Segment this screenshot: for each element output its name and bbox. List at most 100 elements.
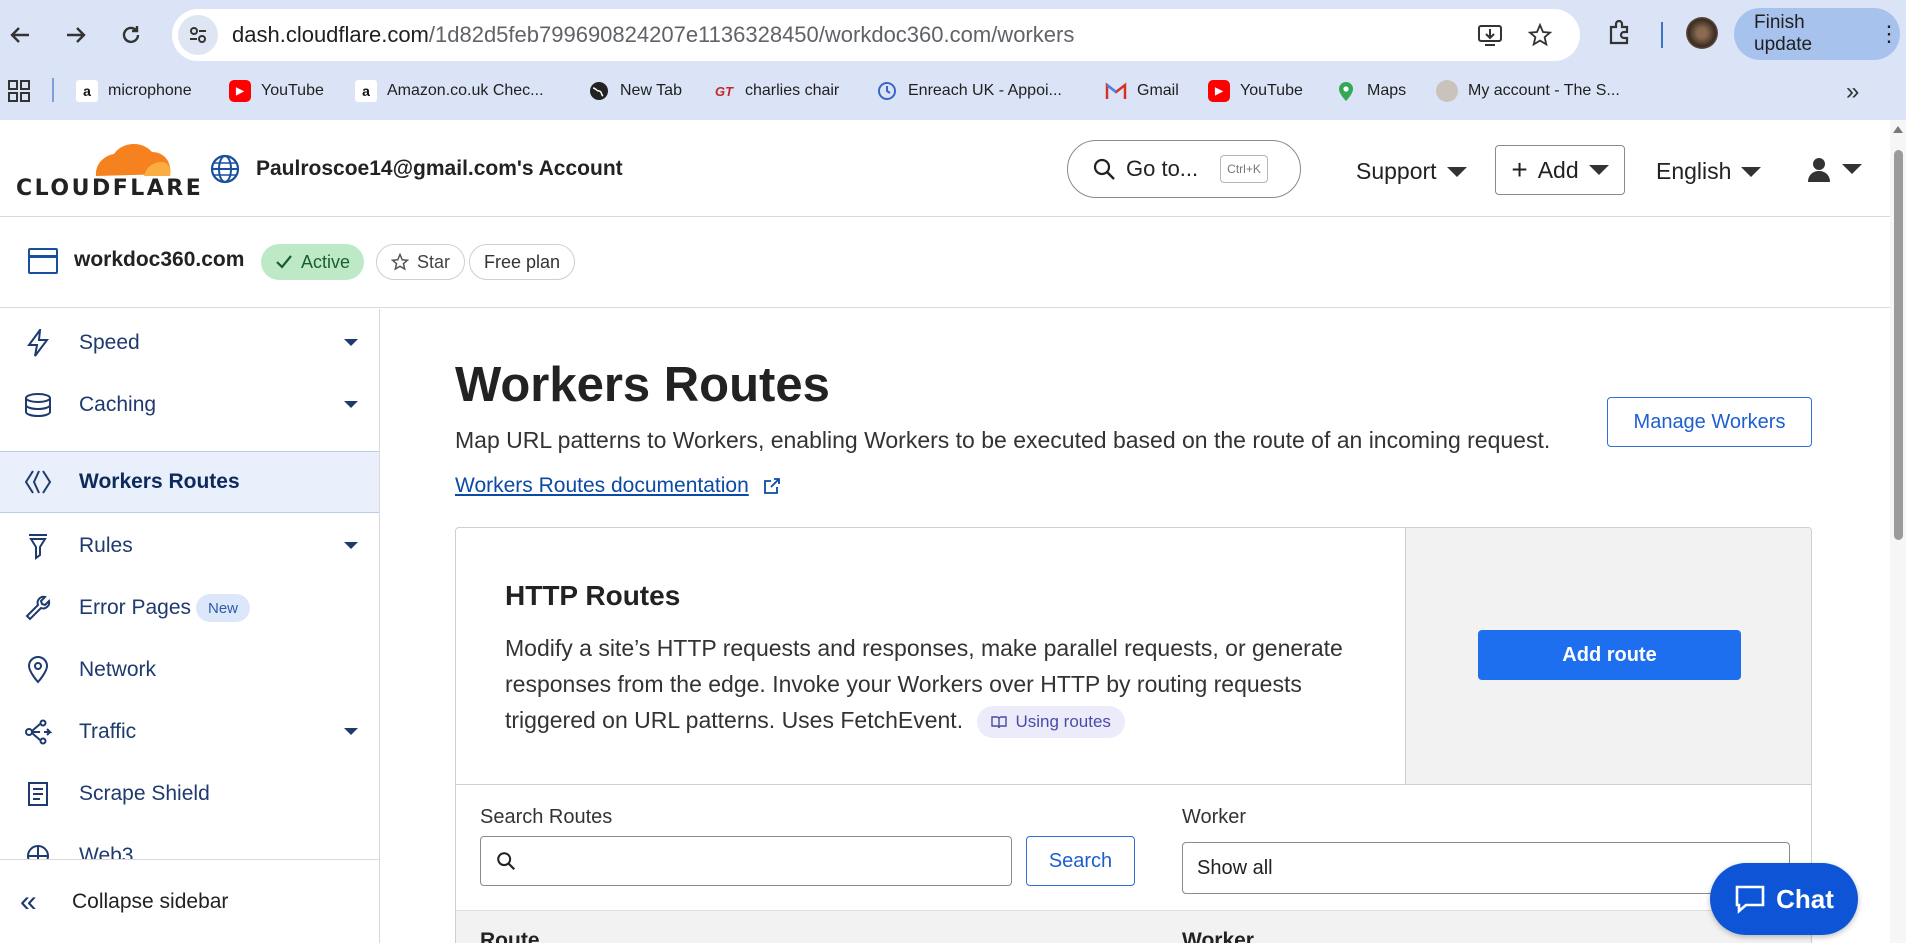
cloudflare-wordmark: CLOUDFLARE xyxy=(16,176,204,201)
reload-button[interactable] xyxy=(113,17,149,53)
page-title: Workers Routes xyxy=(455,358,830,412)
bookmarks-divider xyxy=(52,78,54,102)
sidebar-item-rules[interactable]: Rules xyxy=(0,515,379,577)
zone-name[interactable]: workdoc360.com xyxy=(74,248,244,272)
card-divider xyxy=(456,784,1811,785)
finish-update-button[interactable]: Finish update ⋮ xyxy=(1734,8,1900,60)
bookmark-charlies-chair[interactable]: GT charlies chair xyxy=(713,76,839,106)
chat-button[interactable]: Chat xyxy=(1710,863,1858,935)
search-icon xyxy=(497,852,516,871)
forward-button[interactable] xyxy=(58,17,94,53)
bookmark-gmail[interactable]: Gmail xyxy=(1105,76,1179,106)
external-link-icon xyxy=(763,478,780,494)
add-menu-button[interactable]: + Add xyxy=(1495,145,1625,195)
bookmark-enreach[interactable]: Enreach UK - Appoi... xyxy=(876,76,1062,106)
extensions-puzzle-icon[interactable] xyxy=(1606,18,1636,48)
column-header-route: Route xyxy=(480,929,540,943)
address-bar[interactable]: dash.cloudflare.com/1d82d5feb79969082420… xyxy=(172,9,1580,61)
chevron-down-icon xyxy=(344,339,358,346)
main-content: Workers Routes Map URL patterns to Worke… xyxy=(381,309,1890,943)
sidebar-item-error-pages[interactable]: Error Pages New xyxy=(0,577,379,639)
profile-avatar[interactable] xyxy=(1686,17,1718,49)
bookmark-microphone[interactable]: a microphone xyxy=(76,76,192,106)
chevron-down-icon xyxy=(1446,166,1467,177)
bookmark-new-tab[interactable]: New Tab xyxy=(588,76,682,106)
sidebar-item-traffic[interactable]: Traffic xyxy=(0,701,379,763)
language-menu[interactable]: English xyxy=(1656,158,1762,185)
storage-icon xyxy=(24,391,52,419)
bookmark-label: YouTube xyxy=(1240,82,1303,99)
scroll-up-arrow-icon[interactable] xyxy=(1893,126,1903,133)
scrollbar-thumb[interactable] xyxy=(1894,150,1903,540)
double-chevron-left-icon: « xyxy=(20,884,37,918)
using-routes-label: Using routes xyxy=(1015,711,1111,731)
sidebar-item-caching[interactable]: Caching xyxy=(0,374,379,436)
star-zone-button[interactable]: Star xyxy=(376,244,466,280)
zone-bar: workdoc360.com Active Star Free plan xyxy=(0,218,1890,308)
search-icon xyxy=(1093,158,1115,180)
cloudflare-header: CLOUDFLARE Paulroscoe14@gmail.com's Acco… xyxy=(0,120,1890,217)
lightning-icon xyxy=(24,329,52,357)
bookmark-youtube-2[interactable]: ▶ YouTube xyxy=(1208,76,1303,106)
sidebar-item-label: Rules xyxy=(79,534,133,557)
chat-bubble-icon xyxy=(1735,885,1765,914)
plan-badge[interactable]: Free plan xyxy=(469,244,576,280)
http-routes-description: Modify a site’s HTTP requests and respon… xyxy=(505,635,1343,733)
goto-shortcut: Ctrl+K xyxy=(1220,155,1268,183)
new-badge: New xyxy=(196,594,251,622)
search-routes-input[interactable] xyxy=(480,836,1012,886)
bookmark-youtube-1[interactable]: ▶ YouTube xyxy=(229,76,324,106)
sidebar-item-label: Scrape Shield xyxy=(79,782,210,805)
user-menu[interactable] xyxy=(1806,156,1862,182)
goto-search-button[interactable]: Go to... Ctrl+K xyxy=(1067,140,1301,198)
chevron-down-icon xyxy=(1842,164,1862,174)
sidebar-item-label: Error Pages xyxy=(79,596,192,619)
bookmark-label: Gmail xyxy=(1137,82,1179,99)
globe-icon xyxy=(588,80,610,102)
chevron-down-icon xyxy=(344,542,358,549)
gmail-icon xyxy=(1105,80,1127,102)
search-button[interactable]: Search xyxy=(1026,836,1135,886)
sidebar-item-speed[interactable]: Speed xyxy=(0,312,379,374)
site-settings-icon[interactable] xyxy=(178,15,218,55)
bookmark-label: microphone xyxy=(108,82,192,99)
http-routes-card: HTTP Routes Modify a site’s HTTP request… xyxy=(455,527,1812,943)
bookmark-label: YouTube xyxy=(261,82,324,99)
docs-link-label: Workers Routes documentation xyxy=(455,474,749,497)
sidebar-item-label: Network xyxy=(79,658,157,681)
bookmark-maps[interactable]: Maps xyxy=(1335,76,1406,106)
plus-icon: + xyxy=(1511,154,1528,185)
bookmark-label: Maps xyxy=(1367,82,1407,99)
document-icon xyxy=(24,780,52,808)
bookmark-label: Enreach UK - Appoi... xyxy=(908,82,1062,99)
worker-filter-select[interactable]: Show all xyxy=(1182,842,1790,894)
workers-routes-docs-link[interactable]: Workers Routes documentation xyxy=(455,474,781,498)
sidebar-item-workers-routes[interactable]: Workers Routes xyxy=(0,451,379,513)
apps-grid-icon[interactable] xyxy=(8,80,30,102)
youtube-icon: ▶ xyxy=(1208,80,1230,102)
clock-icon xyxy=(876,80,898,102)
using-routes-link[interactable]: Using routes xyxy=(977,705,1125,738)
forward-arrow-icon xyxy=(67,27,86,43)
bookmark-label: New Tab xyxy=(620,82,682,99)
gt-icon: GT xyxy=(714,83,734,99)
manage-workers-button[interactable]: Manage Workers xyxy=(1607,397,1812,447)
bookmark-my-account[interactable]: My account - The S... xyxy=(1436,76,1620,106)
sidebar-item-scrape-shield[interactable]: Scrape Shield xyxy=(0,763,379,825)
bookmark-star-icon[interactable] xyxy=(1526,21,1554,49)
account-switcher[interactable]: Paulroscoe14@gmail.com's Account xyxy=(210,154,623,184)
reload-icon xyxy=(122,26,140,44)
support-menu[interactable]: Support xyxy=(1356,158,1467,185)
back-button[interactable] xyxy=(2,17,38,53)
install-app-icon[interactable] xyxy=(1476,21,1504,49)
sidebar-item-network[interactable]: Network xyxy=(0,639,379,701)
url-text: dash.cloudflare.com/1d82d5feb79969082420… xyxy=(232,22,1074,48)
location-pin-icon xyxy=(24,656,52,684)
more-bookmarks-icon[interactable]: » xyxy=(1846,78,1859,106)
chevron-down-icon xyxy=(1588,165,1609,175)
checkmark-icon xyxy=(276,255,292,269)
page-scrollbar[interactable] xyxy=(1890,120,1906,943)
collapse-sidebar-button[interactable]: « Collapse sidebar xyxy=(0,859,379,943)
add-route-button[interactable]: Add route xyxy=(1478,630,1741,680)
bookmark-amazon[interactable]: a Amazon.co.uk Chec... xyxy=(355,76,544,106)
